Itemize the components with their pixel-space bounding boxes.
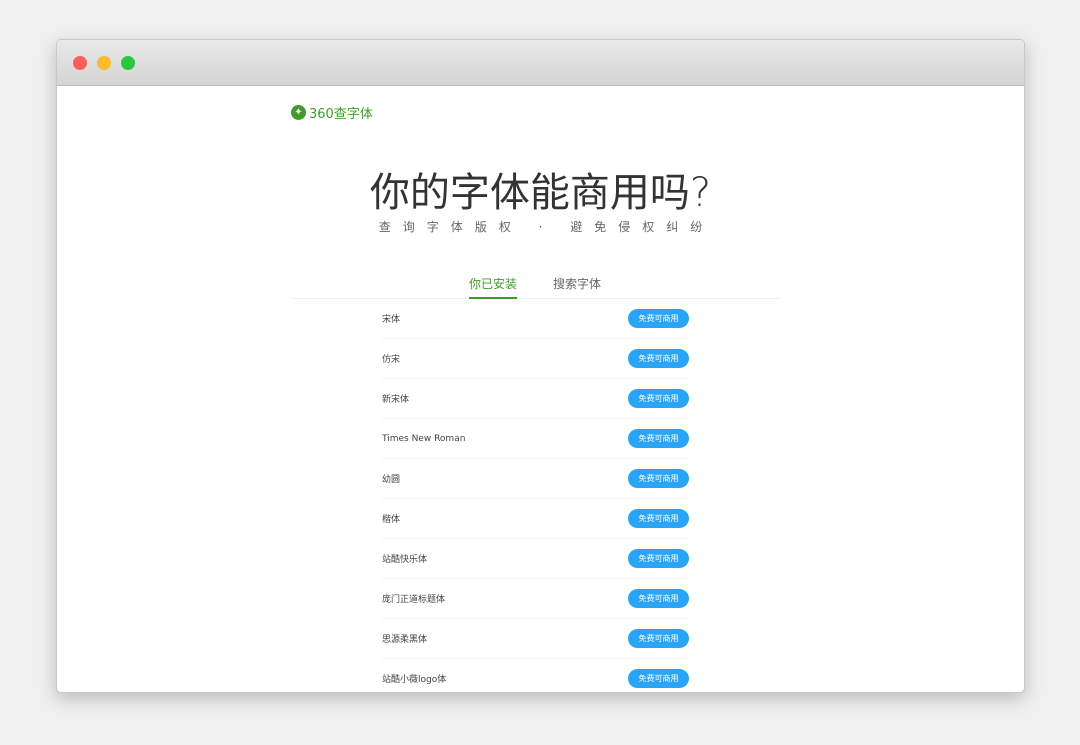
font-row: 宋体 免费可商用	[382, 299, 689, 339]
font-name: 庞门正道标题体	[382, 592, 445, 605]
license-status-button[interactable]: 免费可商用	[628, 349, 689, 368]
logo[interactable]: ✦ 360查字体	[291, 103, 373, 122]
font-name: 站酷快乐体	[382, 552, 427, 565]
font-row: 幼圆 免费可商用	[382, 459, 689, 499]
font-row: 庞门正道标题体 免费可商用	[382, 579, 689, 619]
license-status-button[interactable]: 免费可商用	[628, 589, 689, 608]
maximize-window-button[interactable]	[121, 56, 135, 70]
license-status-button[interactable]: 免费可商用	[628, 429, 689, 448]
page-title: 你的字体能商用吗?	[57, 160, 1024, 218]
license-status-button[interactable]: 免费可商用	[628, 309, 689, 328]
font-name: 宋体	[382, 312, 400, 325]
license-status-button[interactable]: 免费可商用	[628, 389, 689, 408]
font-row: 站酷小薇logo体 免费可商用	[382, 659, 689, 693]
font-name: Times New Roman	[382, 434, 465, 444]
font-row: 思源柔黑体 免费可商用	[382, 619, 689, 659]
license-status-button[interactable]: 免费可商用	[628, 629, 689, 648]
font-row: 站酷快乐体 免费可商用	[382, 539, 689, 579]
font-name: 思源柔黑体	[382, 632, 427, 645]
title-bar	[57, 40, 1024, 86]
font-row: 新宋体 免费可商用	[382, 379, 689, 419]
license-status-button[interactable]: 免费可商用	[628, 669, 689, 688]
font-name: 幼圆	[382, 472, 400, 485]
license-status-button[interactable]: 免费可商用	[628, 509, 689, 528]
logo-icon: ✦	[291, 105, 306, 120]
font-row: 楷体 免费可商用	[382, 499, 689, 539]
font-row: Times New Roman 免费可商用	[382, 419, 689, 459]
tab-search-fonts[interactable]: 搜索字体	[553, 275, 601, 299]
font-name: 仿宋	[382, 352, 400, 365]
tab-bar: 你已安装 搜索字体	[290, 275, 780, 299]
logo-text: 360查字体	[309, 103, 373, 122]
browser-window: ✦ 360查字体 你的字体能商用吗? 查询字体版权 · 避免侵权纠纷 你已安装 …	[56, 39, 1025, 693]
font-name: 新宋体	[382, 392, 409, 405]
close-window-button[interactable]	[73, 56, 87, 70]
font-row: 仿宋 免费可商用	[382, 339, 689, 379]
tab-installed[interactable]: 你已安装	[469, 275, 517, 299]
font-name: 站酷小薇logo体	[382, 672, 446, 685]
minimize-window-button[interactable]	[97, 56, 111, 70]
font-list: 宋体免费可商用仿宋免费可商用新宋体免费可商用Times New Roman免费可…	[382, 299, 689, 693]
license-status-button[interactable]: 免费可商用	[628, 469, 689, 488]
license-status-button[interactable]: 免费可商用	[628, 549, 689, 568]
font-name: 楷体	[382, 512, 400, 525]
page-subtitle: 查询字体版权 · 避免侵权纠纷	[57, 218, 1024, 235]
